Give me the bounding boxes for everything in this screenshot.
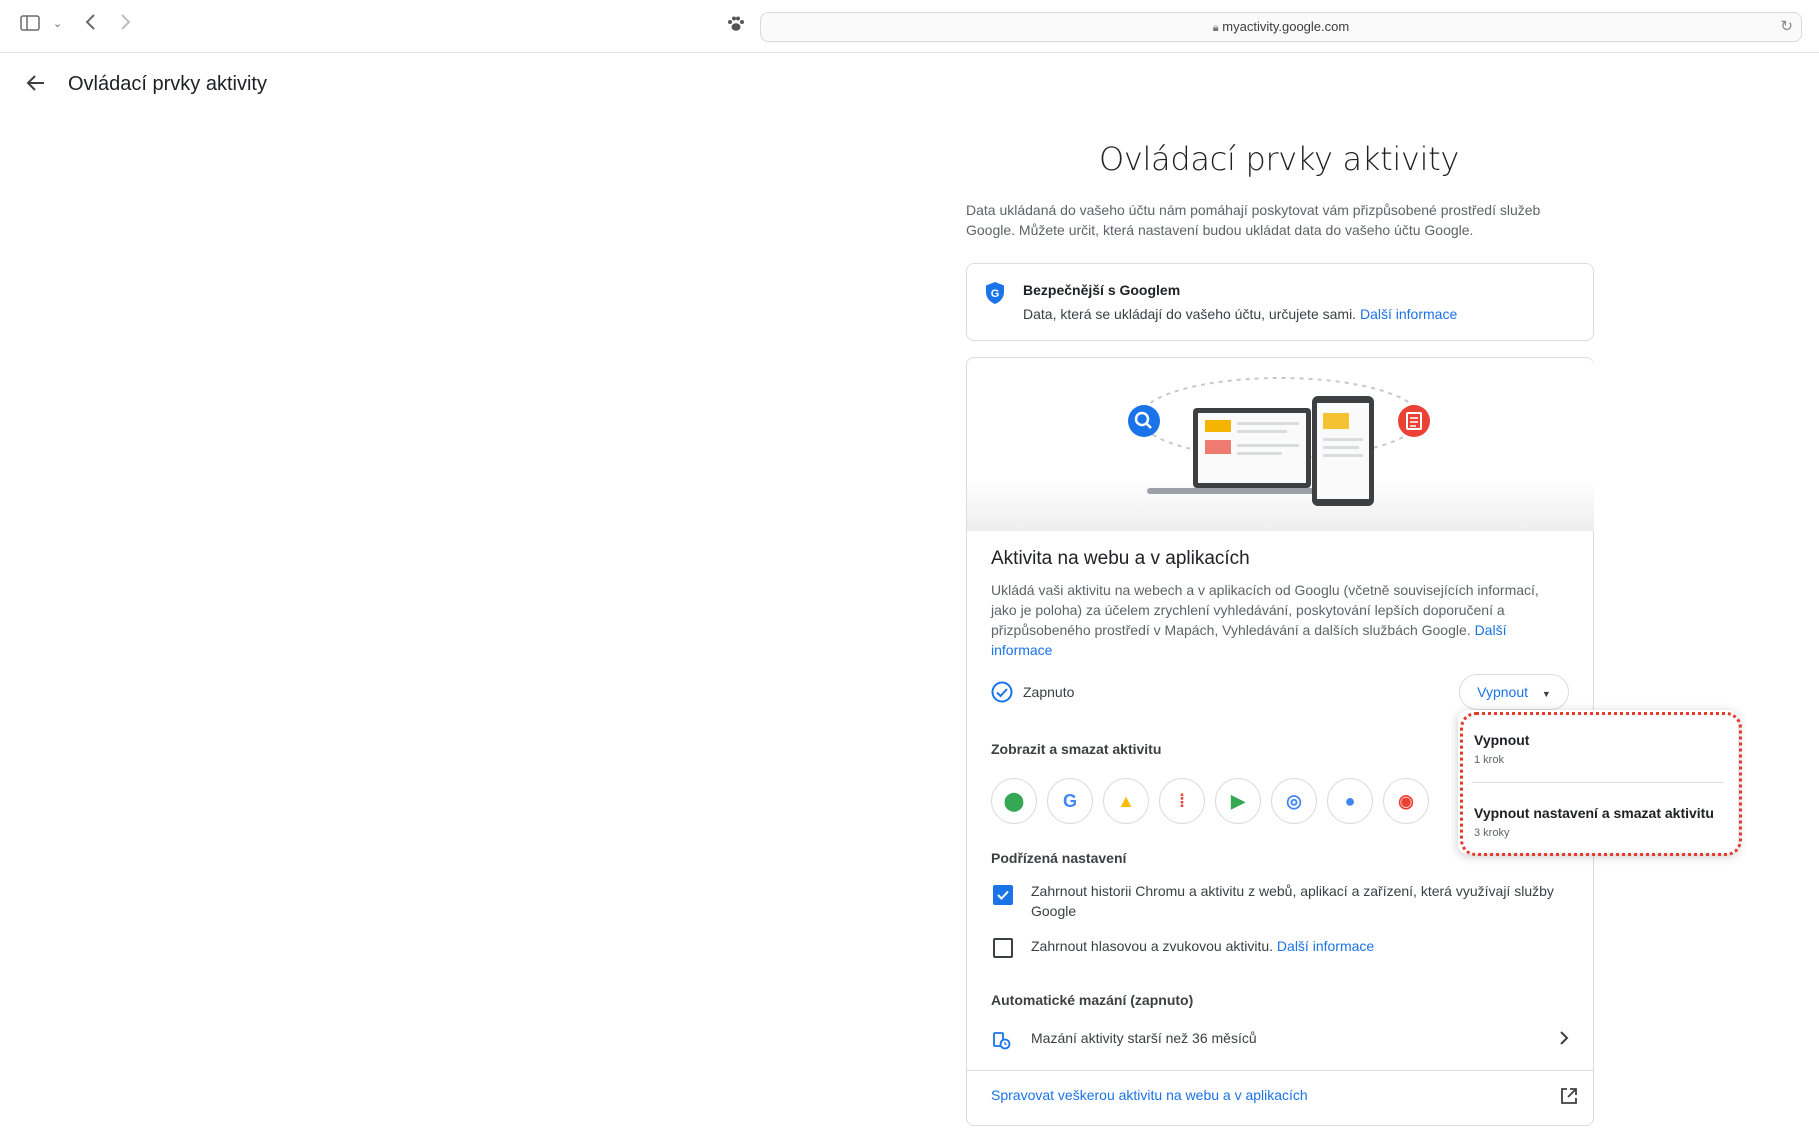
main-title: Ovládací prvky aktivity xyxy=(1098,140,1460,178)
chrome-history-label: Zahrnout historii Chromu a aktivitu z we… xyxy=(1031,883,1554,919)
voice-activity-label: Zahrnout hlasovou a zvukovou aktivitu. D… xyxy=(1031,938,1375,954)
browser-toolbar: ⌄ 🔒︎ myactivity.google.com ↻ xyxy=(0,0,1819,53)
intro-text: Data ukládaná do vašeho účtu nám pomáhaj… xyxy=(966,202,1541,238)
shield-icon: G xyxy=(985,281,1005,310)
caret-down-icon: ▼ xyxy=(1541,689,1551,699)
highlight-outline xyxy=(1460,712,1742,856)
svg-text:G: G xyxy=(991,288,1000,300)
safer-text: Data, která se ukládají do vašeho účtu, … xyxy=(1023,306,1458,322)
voice-learn-more-link[interactable]: Další informace xyxy=(1277,938,1374,954)
auto-delete-row[interactable]: Mazání aktivity starší než 36 měsíců xyxy=(967,1018,1593,1068)
sidebar-toggle-icon[interactable] xyxy=(20,15,40,35)
podcasts-icon[interactable]: ⁞ xyxy=(1159,778,1205,824)
chrome-icon[interactable]: ◉ xyxy=(1383,778,1429,824)
page-header-title: Ovládací prvky aktivity xyxy=(68,73,267,95)
assistant-icon[interactable]: ● xyxy=(1327,778,1373,824)
back-arrow-icon[interactable] xyxy=(26,72,46,98)
turn-off-dropdown-button[interactable]: Vypnout ▼ xyxy=(1459,674,1569,710)
reload-icon[interactable]: ↻ xyxy=(1780,17,1793,35)
view-delete-heading: Zobrazit a smazat aktivitu xyxy=(991,741,1162,757)
maps-icon[interactable]: ⬤ xyxy=(991,778,1037,824)
chrome-history-checkbox[interactable] xyxy=(993,885,1013,905)
chevron-right-icon xyxy=(1559,1030,1569,1051)
voice-activity-checkbox[interactable] xyxy=(993,938,1013,958)
google-icon[interactable]: G xyxy=(1047,778,1093,824)
card-divider xyxy=(967,1070,1593,1071)
activity-description: Ukládá vaši aktivitu na webech a v aplik… xyxy=(991,582,1539,658)
auto-delete-icon xyxy=(991,1030,1011,1055)
auto-delete-heading: Automatické mazání (zapnuto) xyxy=(991,992,1194,1008)
safer-with-google-card: G Bezpečnější s Googlem Data, která se u… xyxy=(966,263,1594,341)
manage-activity-link[interactable]: Spravovat veškerou aktivitu na webu a v … xyxy=(991,1087,1308,1103)
turn-off-button-label: Vypnout xyxy=(1477,684,1529,700)
check-circle-icon xyxy=(991,681,1013,708)
activity-title: Aktivita na webu a v aplikacích xyxy=(991,548,1250,569)
url-text: myactivity.google.com xyxy=(1222,19,1350,34)
paw-icon[interactable] xyxy=(726,14,746,38)
lock-icon: 🔒︎ xyxy=(1212,22,1219,34)
back-nav-icon[interactable] xyxy=(84,13,96,35)
auto-delete-text: Mazání aktivity starší než 36 měsíců xyxy=(1031,1030,1257,1046)
safer-learn-more-link[interactable]: Další informace xyxy=(1360,306,1457,322)
sub-settings-heading: Podřízená nastavení xyxy=(991,850,1127,866)
lens-icon[interactable]: ◎ xyxy=(1271,778,1317,824)
open-external-icon[interactable] xyxy=(1559,1086,1579,1111)
address-bar[interactable]: 🔒︎ myactivity.google.com ↻ xyxy=(760,12,1802,42)
ads-icon[interactable]: ▲ xyxy=(1103,778,1149,824)
status-label: Zapnuto xyxy=(1023,684,1075,700)
chevron-down-icon[interactable]: ⌄ xyxy=(53,14,62,34)
safer-title: Bezpečnější s Googlem xyxy=(1023,282,1181,298)
play-icon[interactable]: ▶ xyxy=(1215,778,1261,824)
forward-nav-icon[interactable] xyxy=(120,13,132,35)
activity-illustration xyxy=(967,358,1594,531)
